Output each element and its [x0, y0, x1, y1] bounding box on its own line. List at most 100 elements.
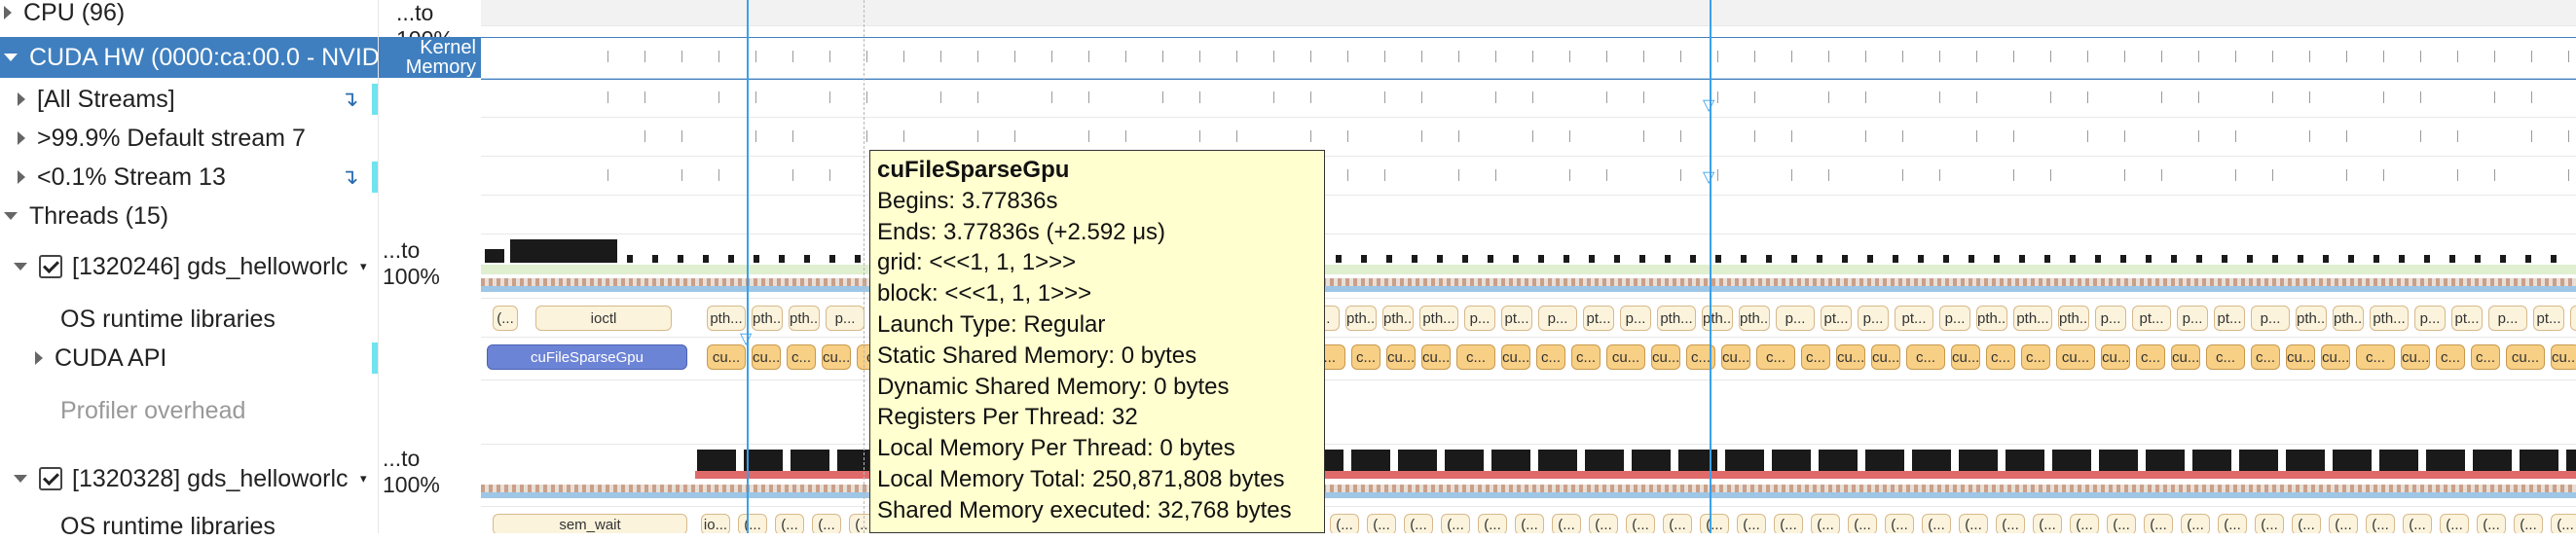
cuda-api-pill[interactable]: c...	[1756, 344, 1795, 370]
pin-arrow-icon[interactable]: ↴	[341, 87, 358, 112]
os-call-pill[interactable]: p...	[2570, 306, 2576, 331]
cuda-api-pill[interactable]: c...	[2436, 344, 2465, 370]
os-call-pill[interactable]: (...	[1848, 514, 1877, 533]
os-call-pill[interactable]: pth...	[1345, 306, 1377, 331]
cuda-api-pill[interactable]: cu...	[1836, 344, 1865, 370]
os-call-pill[interactable]: p...	[1538, 306, 1577, 331]
os-call-pill[interactable]: pth...	[2296, 306, 2327, 331]
cuda-api-pill[interactable]: c...	[2251, 344, 2280, 370]
os-call-pill[interactable]: (...	[1700, 514, 1729, 533]
os-call-pill[interactable]: (...	[1663, 514, 1692, 533]
os-call-pill[interactable]: (...	[1774, 514, 1803, 533]
cuda-api-pill[interactable]: c...	[787, 344, 816, 370]
os-call-pill[interactable]: pt...	[2214, 306, 2245, 331]
os-call-pill[interactable]: (...	[2144, 514, 2173, 533]
os-call-pill[interactable]: (...	[1737, 514, 1766, 533]
os-call-pill[interactable]: (...	[2514, 514, 2543, 533]
cuda-api-pill[interactable]: cu...	[1871, 344, 1900, 370]
os-call-pill[interactable]: (...	[1589, 514, 1618, 533]
cuda-api-pill[interactable]: c...	[1351, 344, 1380, 370]
tree-row-all-streams[interactable]: [All Streams] ↴	[0, 82, 395, 117]
os-call-pill[interactable]: (...	[1626, 514, 1655, 533]
os-call-pill[interactable]: (...	[1552, 514, 1581, 533]
os-call-pill[interactable]: (...	[1515, 514, 1544, 533]
tree-row-stream13[interactable]: <0.1% Stream 13 ↴	[0, 160, 395, 195]
collapse-arrow-icon[interactable]	[4, 212, 18, 220]
os-call-pill[interactable]: pt...	[1501, 306, 1532, 331]
os-call-pill[interactable]: p...	[1858, 306, 1889, 331]
os-call-pill[interactable]: p...	[1939, 306, 1970, 331]
os-call-pill[interactable]: pt...	[1821, 306, 1852, 331]
os-call-pill[interactable]: pt...	[2132, 306, 2171, 331]
os-call-pill[interactable]: (...	[1367, 514, 1396, 533]
cuda-api-pill[interactable]: cu...	[2171, 344, 2200, 370]
os-call-pill[interactable]: pt...	[2451, 306, 2483, 331]
cuda-api-pill[interactable]: cu...	[1721, 344, 1750, 370]
tree-row-default-stream[interactable]: >99.9% Default stream 7	[0, 121, 395, 156]
os-call-pill[interactable]: pt...	[1895, 306, 1933, 331]
tree-row-os-runtime[interactable]: OS runtime libraries	[0, 304, 438, 335]
os-call-pill[interactable]: pth...	[1976, 306, 2007, 331]
cuda-api-pill[interactable]: cu...	[822, 344, 851, 370]
thread-checkbox[interactable]	[39, 467, 62, 490]
expand-arrow-icon[interactable]	[4, 6, 12, 19]
os-call-pill[interactable]: (...	[2255, 514, 2284, 533]
collapse-arrow-icon[interactable]	[4, 54, 18, 61]
os-call-pill[interactable]: p...	[2251, 306, 2290, 331]
os-call-pill[interactable]: io...	[701, 514, 730, 533]
os-call-pill[interactable]: (...	[738, 514, 767, 533]
tree-row-cuda-hw[interactable]: CUDA HW (0000:ca:00.0 - NVID	[0, 37, 382, 78]
cuda-api-pill[interactable]: c...	[1801, 344, 1830, 370]
tree-row-thread-1320328[interactable]: [1320328] gds_helloworlc ▾	[0, 459, 391, 498]
os-call-pill[interactable]: p...	[1776, 306, 1815, 331]
os-call-pill[interactable]: (...	[1811, 514, 1840, 533]
expand-arrow-icon[interactable]	[18, 92, 25, 106]
os-call-pill[interactable]: pth...	[707, 306, 746, 331]
os-call-pill[interactable]: (...	[1959, 514, 1988, 533]
cufile-sparse-gpu-pill[interactable]: cuFileSparseGpu	[487, 344, 687, 370]
cuda-api-pill[interactable]: c...	[2471, 344, 2500, 370]
cuda-api-pill[interactable]: c...	[2206, 344, 2245, 370]
os-call-pill[interactable]: pt...	[2533, 306, 2564, 331]
os-call-pill[interactable]: (...	[2292, 514, 2321, 533]
cuda-api-pill[interactable]: cu...	[2321, 344, 2350, 370]
os-call-pill[interactable]: pth...	[2013, 306, 2052, 331]
collapse-arrow-icon[interactable]	[14, 475, 27, 483]
cuda-api-pill[interactable]: cu...	[1651, 344, 1680, 370]
cuda-api-pill[interactable]: cu...	[2401, 344, 2430, 370]
cuda-api-pill[interactable]: c...	[1986, 344, 2015, 370]
cuda-api-pill[interactable]: c...	[1906, 344, 1945, 370]
cuda-api-pill[interactable]: cu...	[2056, 344, 2095, 370]
tree-row-thread-1320246[interactable]: [1320246] gds_helloworlc ▾	[0, 247, 391, 286]
os-call-pill[interactable]: (...	[2551, 514, 2576, 533]
os-call-pill[interactable]: p...	[1620, 306, 1651, 331]
cuda-api-pill[interactable]: c...	[2136, 344, 2165, 370]
timeline-view[interactable]: (... ioctl pth...pth...pth...p...pt...p.…	[481, 0, 2576, 533]
os-call-pill[interactable]: pth...	[1657, 306, 1696, 331]
cuda-api-pill[interactable]: cu...	[1606, 344, 1645, 370]
tree-row-cuda-api[interactable]: CUDA API	[0, 341, 413, 376]
os-call-pill[interactable]: (...	[2329, 514, 2358, 533]
os-call-pill[interactable]: (...	[1478, 514, 1507, 533]
cuda-api-pill[interactable]: cu...	[1501, 344, 1530, 370]
os-call-pill[interactable]: pth...	[789, 306, 820, 331]
os-call-pill[interactable]: (...	[2440, 514, 2469, 533]
cuda-api-pill[interactable]: cu...	[2286, 344, 2315, 370]
os-call-pill[interactable]: p...	[2414, 306, 2446, 331]
cuda-api-pill[interactable]: cu...	[2551, 344, 2576, 370]
os-call-pill[interactable]: (...	[812, 514, 841, 533]
cuda-api-pill[interactable]: cu...	[2506, 344, 2545, 370]
os-call-pill[interactable]: pth...	[752, 306, 783, 331]
pin-arrow-icon[interactable]: ↴	[341, 164, 358, 190]
cuda-api-pill[interactable]: cu...	[752, 344, 781, 370]
expand-arrow-icon[interactable]	[35, 351, 43, 365]
os-call-pill[interactable]: (...	[2181, 514, 2210, 533]
kernel-memory-label[interactable]: Kernel Memory	[379, 37, 482, 78]
os-call-pill[interactable]: (...	[775, 514, 804, 533]
os-call-pill[interactable]: (...	[2070, 514, 2099, 533]
os-call-pill[interactable]: (...	[1885, 514, 1914, 533]
expand-arrow-icon[interactable]	[18, 170, 25, 184]
cursor-line-left[interactable]	[747, 0, 749, 533]
os-call-pill[interactable]: (...	[493, 306, 518, 331]
os-call-pill[interactable]: (...	[2033, 514, 2062, 533]
